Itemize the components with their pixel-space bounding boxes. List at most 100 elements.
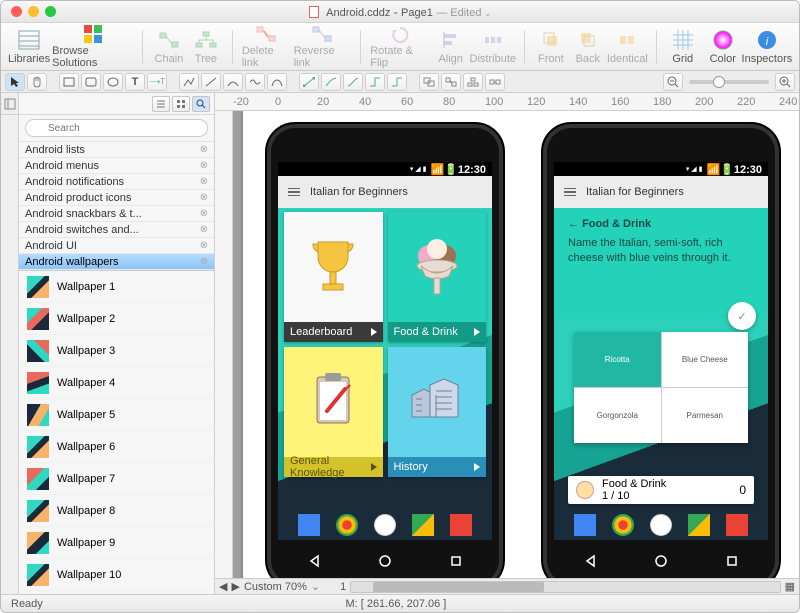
category-row[interactable]: Android switches and...⊗ [19, 222, 214, 238]
zoom-slider[interactable] [689, 80, 769, 84]
hamburger-icon[interactable] [288, 188, 300, 197]
wallpaper-item[interactable]: Wallpaper 2 [19, 303, 214, 335]
connector-direct-tool[interactable] [299, 73, 319, 91]
wallpaper-item[interactable]: Wallpaper 7 [19, 463, 214, 495]
wallpaper-item[interactable]: Wallpaper 10 [19, 559, 214, 591]
browse-solutions-button[interactable]: Browse Solutions [52, 25, 133, 69]
answer-option[interactable]: Ricotta [574, 332, 661, 387]
dock-app-4[interactable] [412, 514, 434, 536]
nav-recent-icon[interactable] [725, 554, 739, 568]
link-text-tool[interactable]: ⟶T [147, 73, 167, 91]
align-button[interactable]: Align [434, 25, 468, 69]
connector-arc-tool[interactable] [321, 73, 341, 91]
group-select-tool[interactable] [419, 73, 439, 91]
category-row[interactable]: Android lists⊗ [19, 142, 214, 158]
nav-home-icon[interactable] [378, 554, 392, 568]
category-row[interactable]: Android notifications⊗ [19, 174, 214, 190]
category-row[interactable]: Android UI⊗ [19, 238, 214, 254]
libraries-button[interactable]: Libraries [9, 25, 49, 69]
zoom-out-button[interactable] [663, 73, 683, 91]
connector-round-tool[interactable] [387, 73, 407, 91]
dock-app-maps[interactable] [450, 514, 472, 536]
close-icon[interactable]: ⊗ [200, 240, 208, 251]
dock-app-drawer[interactable] [374, 514, 396, 536]
page-number[interactable]: 1 [340, 581, 346, 593]
panel-toggle-icon[interactable] [4, 98, 16, 110]
polyline-tool[interactable] [179, 73, 199, 91]
text-tool[interactable]: T [125, 73, 145, 91]
wallpaper-item[interactable]: Wallpaper 1 [19, 271, 214, 303]
inspectors-button[interactable]: iInspectors [743, 25, 791, 69]
pointer-tool[interactable] [5, 73, 25, 91]
category-row[interactable]: Android product icons⊗ [19, 190, 214, 206]
zoom-icon[interactable] [45, 6, 56, 17]
dock-app-1[interactable] [298, 514, 320, 536]
answer-option[interactable]: Parmesan [662, 388, 749, 443]
answer-option[interactable]: Blue Cheese [662, 332, 749, 387]
close-icon[interactable]: ⊗ [200, 144, 208, 155]
wallpaper-item[interactable]: Wallpaper 4 [19, 367, 214, 399]
wallpaper-item[interactable]: Wallpaper 9 [19, 527, 214, 559]
card-history[interactable]: History [388, 347, 487, 477]
list-view-button[interactable] [152, 96, 170, 112]
confirm-fab[interactable]: ✓ [728, 302, 756, 330]
card-food-drink[interactable]: Food & Drink [388, 212, 487, 342]
line-tool[interactable] [201, 73, 221, 91]
wallpaper-item[interactable]: Wallpaper 6 [19, 431, 214, 463]
wallpaper-item[interactable]: Wallpaper 3 [19, 335, 214, 367]
close-icon[interactable]: ⊗ [200, 160, 208, 171]
category-row[interactable]: Android snackbars & t...⊗ [19, 206, 214, 222]
color-button[interactable]: Color [706, 25, 740, 69]
distribute-button[interactable]: Distribute [471, 25, 515, 69]
wallpaper-item[interactable]: Wallpaper 8 [19, 495, 214, 527]
grid-view-button[interactable] [172, 96, 190, 112]
minimize-icon[interactable] [28, 6, 39, 17]
tree-button[interactable]: Tree [189, 25, 223, 69]
front-button[interactable]: Front [534, 25, 568, 69]
dock-app-maps[interactable] [726, 514, 748, 536]
arc-tool[interactable] [223, 73, 243, 91]
dock-app-1[interactable] [574, 514, 596, 536]
rotate-flip-button[interactable]: Rotate & Flip [370, 25, 430, 69]
close-icon[interactable]: ⊗ [200, 224, 208, 235]
search-input[interactable] [25, 119, 208, 137]
h-scrollbar[interactable] [350, 581, 780, 593]
split-icon[interactable]: ▦ [785, 580, 795, 593]
close-icon[interactable]: ⊗ [200, 176, 208, 187]
spline-tool[interactable] [245, 73, 265, 91]
nav-recent-icon[interactable] [449, 554, 463, 568]
tree-select-tool[interactable] [463, 73, 483, 91]
page-next[interactable]: ▶ [231, 580, 239, 593]
identical-button[interactable]: Identical [608, 25, 647, 69]
phone-mockup-right[interactable]: ▾ ◢ ▮ 📶🔋12:30 Italian for Beginners ← Fo… [541, 122, 781, 578]
close-icon[interactable]: ⊗ [200, 256, 208, 267]
close-icon[interactable] [11, 6, 22, 17]
zoom-in-button[interactable] [775, 73, 795, 91]
connector-smart-tool[interactable] [365, 73, 385, 91]
canvas[interactable]: ▾ ◢ ▮ 📶🔋12:30 Italian for Beginners Lead… [233, 111, 799, 578]
phone-mockup-left[interactable]: ▾ ◢ ▮ 📶🔋12:30 Italian for Beginners Lead… [265, 122, 505, 578]
back-button[interactable]: Back [571, 25, 605, 69]
bezier-tool[interactable] [267, 73, 287, 91]
chain-button[interactable]: Chain [152, 25, 186, 69]
quiz-back[interactable]: ← Food & Drink [568, 218, 754, 230]
close-icon[interactable]: ⊗ [200, 208, 208, 219]
category-row[interactable]: Android wallpapers⊗ [19, 254, 214, 270]
close-icon[interactable]: ⊗ [200, 192, 208, 203]
category-row[interactable]: Android menus⊗ [19, 158, 214, 174]
answer-option[interactable]: Gorgonzola [574, 388, 661, 443]
page-prev[interactable]: ◀ [219, 580, 227, 593]
search-mode-button[interactable] [192, 96, 210, 112]
dock-app-chrome[interactable] [336, 514, 358, 536]
nav-back-icon[interactable] [307, 554, 321, 568]
hand-tool[interactable] [27, 73, 47, 91]
card-leaderboard[interactable]: Leaderboard [284, 212, 383, 342]
card-general-knowledge[interactable]: General Knowledge [284, 347, 383, 477]
dock-app-4[interactable] [688, 514, 710, 536]
org-tool[interactable] [485, 73, 505, 91]
wallpaper-item[interactable]: Wallpaper 5 [19, 399, 214, 431]
dock-app-chrome[interactable] [612, 514, 634, 536]
rect-tool[interactable] [59, 73, 79, 91]
zoom-label[interactable]: Custom 70% [244, 581, 307, 593]
ellipse-tool[interactable] [103, 73, 123, 91]
